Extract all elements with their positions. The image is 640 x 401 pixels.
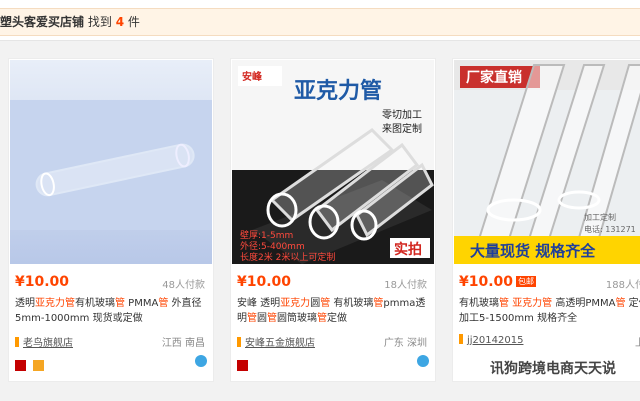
free-shipping-tag: 包邮: [516, 276, 537, 287]
shop-name[interactable]: 塑头客爱买店铺: [0, 15, 84, 29]
banner-title: 厂家直销: [466, 69, 522, 86]
store-location: 上: [635, 334, 640, 349]
spec-length: 长度2米 2米以上可定制: [240, 251, 335, 263]
store-location: 广东 深圳: [383, 338, 427, 349]
product-image[interactable]: [10, 60, 212, 264]
result-count: 4: [115, 15, 125, 29]
store-icon: [15, 337, 19, 347]
product-price: ¥10.00: [237, 274, 292, 290]
tmall-icon: [15, 360, 26, 371]
chat-icon[interactable]: [417, 355, 429, 367]
store-link[interactable]: jj20142015: [459, 334, 523, 346]
chat-icon[interactable]: [195, 355, 207, 367]
store-link[interactable]: 安峰五金旗舰店: [237, 334, 315, 349]
phone-note: 电话: 131271: [584, 224, 636, 234]
product-card[interactable]: 厂家直销 加工定制 电话: 131271 大量现货 规格齐全 ¥10.00 包邮 …: [452, 58, 640, 382]
store-icon: [237, 337, 241, 347]
product-price: ¥10.00: [15, 274, 70, 290]
count-unit: 件: [127, 15, 140, 29]
product-image[interactable]: 安峰 亚克力管 零切加工 来图定制 壁厚:1-5mm 外径:5-400mm 长度…: [232, 60, 434, 264]
banner-bottom: 大量现货 规格齐全: [470, 242, 596, 260]
product-title[interactable]: 透明亚克力管有机玻璃管 PMMA管 外直径5mm-1000mm 现货或定做: [15, 296, 209, 326]
real-shot-stamp: 实拍: [394, 241, 422, 258]
store-icon: [459, 334, 463, 344]
banner-sub1: 零切加工: [382, 109, 422, 121]
spec-wall: 壁厚:1-5mm: [240, 229, 293, 241]
sales-count: 48人付款: [162, 280, 205, 291]
store-location: 江西 南昌: [161, 338, 205, 349]
watermark: 讯狗跨境电商天天说: [486, 358, 620, 378]
product-price: ¥10.00 包邮: [459, 274, 537, 290]
guarantee-icon: [33, 360, 45, 371]
spec-diameter: 外径:5-400mm: [240, 240, 305, 252]
found-label: 找到: [87, 15, 112, 29]
brand-logo: 安峰: [242, 70, 263, 83]
store-link[interactable]: 老鸟旗舰店: [15, 334, 73, 349]
sales-count: 18人付款: [384, 280, 427, 291]
product-title[interactable]: 有机玻璃管 亚克力管 高透明PMMA管 定做加工5-1500mm 规格齐全: [459, 296, 640, 326]
service-badges: [15, 356, 46, 371]
banner-sub2: 来图定制: [382, 122, 422, 135]
custom-note: 加工定制: [584, 212, 616, 222]
search-header: 塑头客爱买店铺 找到 4 件: [0, 0, 640, 41]
product-card[interactable]: 安峰 亚克力管 零切加工 来图定制 壁厚:1-5mm 外径:5-400mm 长度…: [230, 58, 436, 382]
product-card[interactable]: ¥10.00 48人付款 透明亚克力管有机玻璃管 PMMA管 外直径5mm-10…: [8, 58, 214, 382]
result-summary: 塑头客爱买店铺 找到 4 件: [0, 8, 640, 36]
banner-title: 亚克力管: [294, 78, 382, 104]
service-badges: [237, 356, 250, 371]
tmall-icon: [237, 360, 248, 371]
sales-count: 188人付: [605, 280, 640, 291]
product-image[interactable]: 厂家直销 加工定制 电话: 131271 大量现货 规格齐全: [454, 60, 640, 264]
product-title[interactable]: 安峰 透明亚克力圆管 有机玻璃管pmma透明管圆管圆筒玻璃管定做: [237, 296, 431, 326]
